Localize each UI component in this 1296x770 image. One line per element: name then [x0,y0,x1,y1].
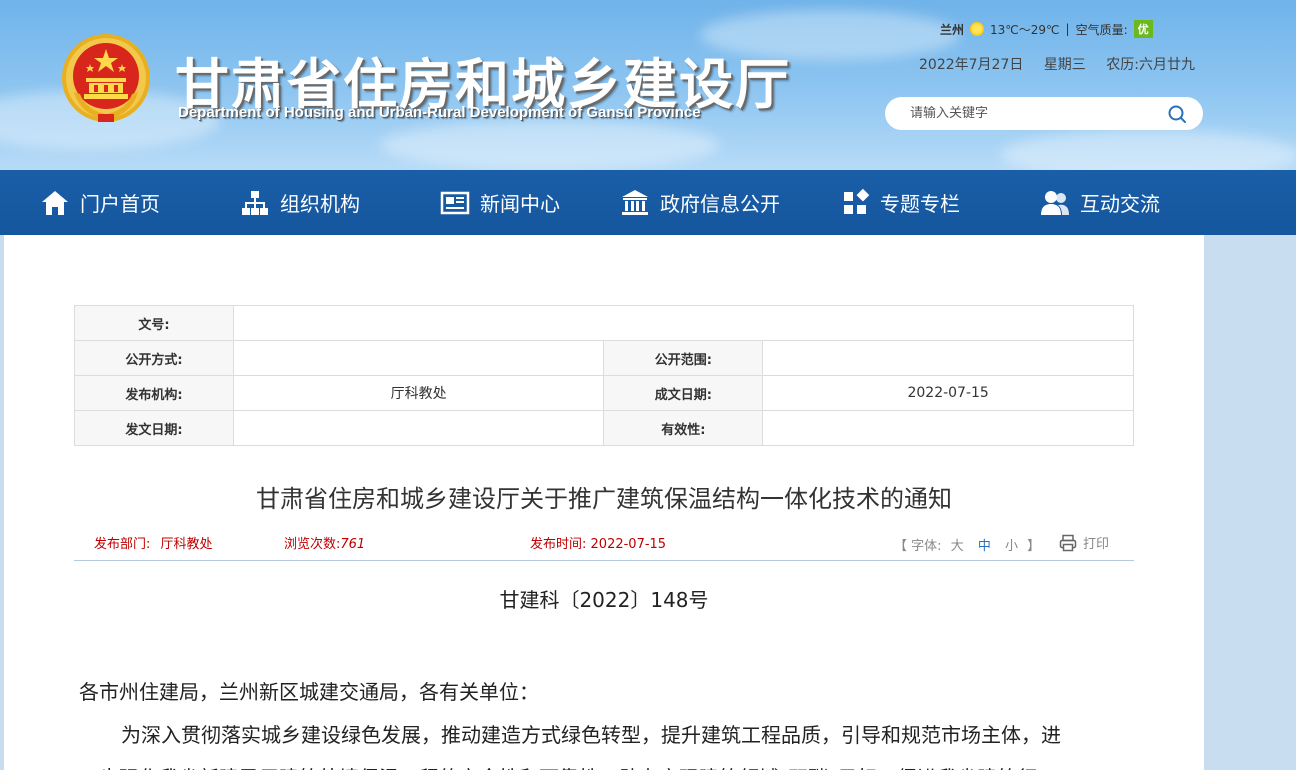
site-subtitle: Department of Housing and Urban-Rural De… [178,104,701,121]
validity-label: 有效性: [603,410,764,446]
created-date-label: 成文日期: [603,375,764,411]
view-count-label: 浏览次数: [284,537,341,552]
printer-icon [1059,534,1077,551]
date-line: 2022年7月27日 星期三 农历:六月廿九 [919,54,1205,74]
publish-time-label: 发布时间: [530,537,587,552]
salutation: 各市州住建局，兰州新区城建交通局，各有关单位： [79,680,539,704]
table-row: 发布机构: 厅科教处 成文日期: 2022-07-15 [74,375,1134,411]
nav-item-interaction[interactable]: 互动交流 [1040,170,1160,235]
validity-value [762,410,1134,446]
background-cloud [1000,130,1296,170]
paragraph-line: 一步强化我省新建民用建筑外墙保温工程的安全性和可靠性，助力实现建筑领域"双碳"目… [79,757,1129,770]
weather-widget: 兰州 13℃～29℃ | 空气质量: 优 [940,20,1153,38]
font-size-small-button[interactable]: 小 [1005,539,1018,554]
site-header: 甘肃省住房和城乡建设厅 Department of Housing and Ur… [0,0,1296,170]
air-quality-label: 空气质量: [1075,22,1128,37]
publish-dept: 发布部门: 厅科教处 [94,533,213,552]
issuer-label: 发布机构: [74,375,234,411]
disclosure-scope-label: 公开范围: [603,340,764,376]
publish-time-value: 2022-07-15 [590,537,667,552]
issued-date-value [232,410,605,446]
print-label: 打印 [1083,537,1110,552]
created-date-value: 2022-07-15 [762,375,1134,411]
nav-item-gov-info[interactable]: 政府信息公开 [620,170,780,235]
publish-time: 发布时间: 2022-07-15 [530,533,666,552]
issuer-value: 厅科教处 [232,375,605,411]
nav-item-label: 互动交流 [1080,192,1160,216]
font-size-control: 【 字体: 大 中 小 】 [894,535,1040,554]
nav-item-label: 新闻中心 [480,192,560,216]
nav-item-home[interactable]: 门户首页 [40,170,160,235]
nav-item-label: 专题专栏 [880,192,960,216]
current-date: 2022年7月27日 [919,57,1024,73]
disclosure-method-label: 公开方式: [74,340,234,376]
publish-dept-label: 发布部门: [94,537,151,552]
nav-item-news[interactable]: 新闻中心 [440,170,560,235]
document-number: 甘建科〔2022〕148号 [499,588,709,612]
air-quality-badge: 优 [1133,20,1153,38]
font-size-medium-button[interactable]: 中 [978,539,991,554]
nav-item-special-topics[interactable]: 专题专栏 [840,170,960,235]
grid-icon [844,188,870,214]
search-input[interactable] [910,106,1150,121]
government-building-icon [622,189,648,215]
nav-item-organization[interactable]: 组织机构 [240,170,360,235]
publish-dept-value: 厅科教处 [160,537,213,552]
nav-item-label: 政府信息公开 [660,192,780,216]
users-icon [1041,190,1069,215]
main-nav: 门户首页 组织机构 新闻中心 政府信息公开 专题专栏 互动交流 [0,170,1296,235]
font-size-close-bracket: 】 [1027,539,1041,554]
background-cloud [380,120,720,170]
newspaper-icon [440,191,470,214]
lunar-date: 农历:六月廿九 [1106,57,1195,73]
font-size-large-button[interactable]: 大 [951,539,964,554]
print-button[interactable]: 打印 [1059,533,1109,552]
weather-city: 兰州 [940,22,965,37]
paragraph-line: 为深入贯彻落实城乡建设绿色发展，推动建造方式绿色转型，提升建筑工程品质，引导和规… [121,723,1061,747]
home-icon [42,190,68,215]
weather-temperature: 13℃～29℃ [990,22,1060,37]
search-icon[interactable] [1167,104,1187,124]
article-body: 各市州住建局，兰州新区城建交通局，各有关单位： 为深入贯彻落实城乡建设绿色发展，… [79,671,1129,770]
national-emblem-icon[interactable] [60,32,152,126]
search-box [885,97,1203,130]
table-row: 文号: [74,305,1135,341]
article-info-bar: 发布部门: 厅科教处 浏览次数:761 发布时间: 2022-07-15 【 字… [74,531,1134,561]
main-content: 文号: 公开方式: 公开范围: 发布机构: 厅科教处 成文日期: 2022-07… [4,235,1204,770]
view-count: 浏览次数:761 [284,533,365,552]
table-row: 发文日期: 有效性: [74,410,1134,446]
current-weekday: 星期三 [1043,57,1086,73]
disclosure-method-value [232,340,605,376]
table-row: 公开方式: 公开范围: [74,340,1134,376]
article-title: 甘肃省住房和城乡建设厅关于推广建筑保温结构一体化技术的通知 [256,485,952,513]
doc-number-value [232,305,1135,341]
document-meta-table: 文号: 公开方式: 公开范围: 发布机构: 厅科教处 成文日期: 2022-07… [74,305,1135,446]
issued-date-label: 发文日期: [74,410,234,446]
view-count-value: 761 [340,537,366,552]
doc-number-label: 文号: [74,305,234,341]
nav-item-label: 门户首页 [80,192,160,216]
nav-item-label: 组织机构 [280,192,360,216]
org-chart-icon [242,190,268,215]
font-size-label: 【 字体: [894,539,942,554]
disclosure-scope-value [762,340,1134,376]
weather-separator: | [1065,22,1070,36]
sun-icon [970,22,985,36]
